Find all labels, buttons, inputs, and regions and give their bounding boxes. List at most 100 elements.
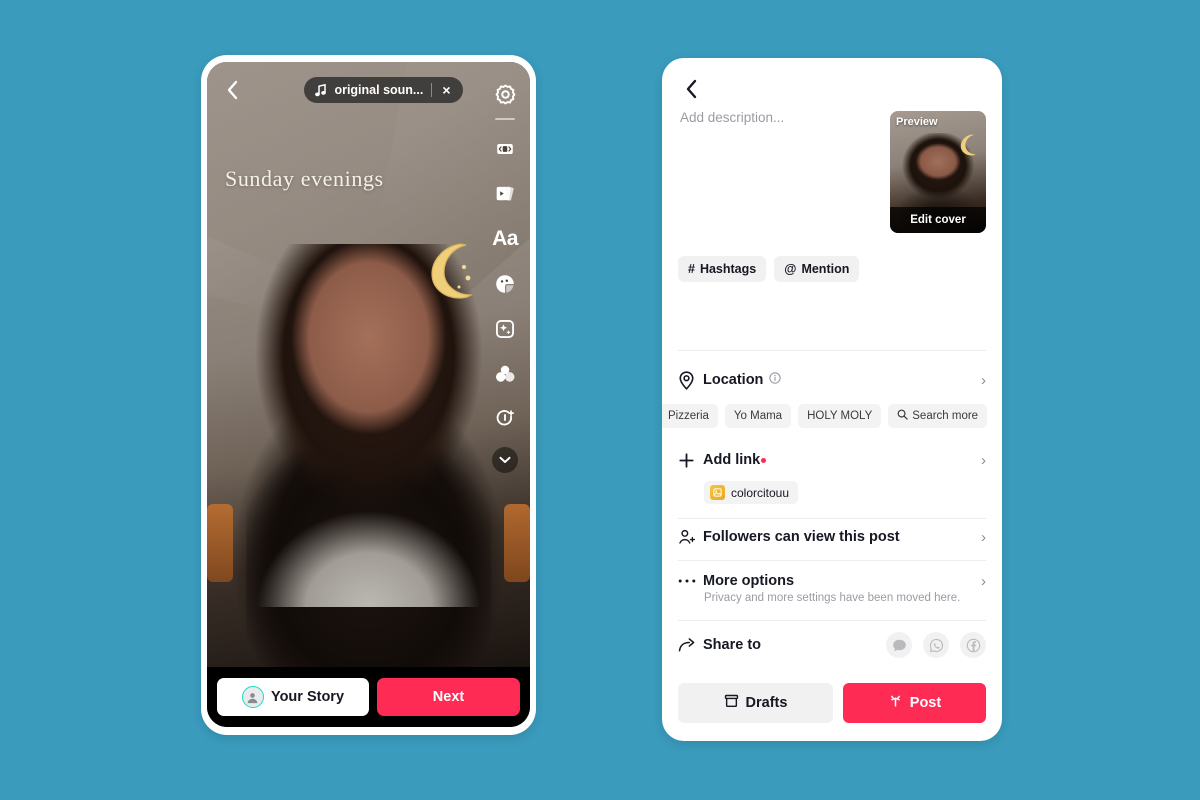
templates-cards-icon [496, 186, 514, 201]
whatsapp-icon [929, 638, 943, 652]
location-pin-icon [678, 370, 700, 390]
editor-topbar: original soun... × [207, 62, 530, 118]
mention-button[interactable]: @ Mention [774, 256, 860, 282]
divider-above-privacy [678, 518, 986, 519]
avatar [241, 686, 264, 708]
location-suggestions: Pizzeria Yo Mama HOLY MOLY Search more [662, 404, 1002, 428]
editor-tool-rail: Aa [484, 72, 526, 473]
messages-share-button[interactable] [886, 632, 912, 658]
location-chip-holy-moly[interactable]: HOLY MOLY [798, 404, 882, 428]
privacy-chevron-icon: › [981, 528, 986, 546]
more-options-label: More options [703, 573, 795, 589]
chevron-left-icon [227, 80, 238, 100]
camera-editor-screen: Sunday evenings original soun... × Aa Yo… [207, 62, 530, 727]
stickers-button[interactable] [484, 261, 526, 306]
ellipsis-icon [678, 578, 700, 584]
more-options-subtitle: Privacy and more settings have been move… [704, 592, 961, 604]
post-sparkle-icon [888, 694, 903, 713]
avatar-icon [248, 692, 258, 703]
voice-effects-button[interactable] [484, 396, 526, 441]
preview-badge: Preview [896, 116, 938, 128]
at-mention-icon: @ [784, 262, 797, 276]
search-more-label: Search more [912, 410, 979, 422]
subject-shirt [252, 473, 485, 607]
left-phone-frame: Sunday evenings original soun... × Aa Yo… [201, 55, 536, 735]
next-label: Next [432, 689, 465, 705]
add-link-row[interactable]: Add link › [678, 448, 986, 472]
music-note-icon [315, 83, 327, 96]
remove-sound-button[interactable]: × [440, 83, 452, 97]
filters-button[interactable] [484, 351, 526, 396]
add-link-label: Add link [703, 452, 761, 468]
post-label: Post [909, 695, 942, 711]
effects-sparkle-icon [496, 319, 514, 338]
location-search-more-button[interactable]: Search more [888, 404, 988, 428]
post-action-bar: Drafts Post [662, 683, 1002, 723]
share-to-row: Share to [678, 632, 986, 658]
share-arrow-icon [678, 637, 700, 653]
hashtag-icon: # [688, 262, 695, 276]
location-row[interactable]: Location › [678, 368, 986, 392]
hashtags-label: Hashtags [699, 262, 757, 276]
drafts-box-icon [724, 694, 739, 712]
post-button[interactable]: Post [843, 683, 986, 723]
search-icon [897, 409, 908, 423]
settings-button[interactable] [484, 72, 526, 117]
linked-account-label: colorcitouu [731, 485, 790, 500]
crescent-moon-sticker [960, 134, 976, 156]
location-chevron-icon: › [981, 371, 986, 389]
location-chip-label: Pizzeria [668, 410, 709, 422]
linked-account-chip[interactable]: colorcitouu [704, 481, 799, 504]
location-chip-yo-mama[interactable]: Yo Mama [724, 404, 792, 428]
messages-icon [892, 639, 906, 651]
collapse-tools-button[interactable] [492, 447, 518, 473]
post-back-button[interactable] [678, 76, 704, 102]
your-story-label: Your Story [270, 689, 345, 705]
couch-left-edge [207, 504, 233, 582]
chevron-left-icon [686, 79, 697, 99]
edit-cover-button[interactable]: Edit cover [890, 207, 986, 233]
privacy-row[interactable]: Followers can view this post › [678, 525, 986, 549]
templates-button[interactable] [484, 171, 526, 216]
sound-label: original soun... [334, 83, 424, 97]
info-circle-icon[interactable] [769, 371, 782, 389]
video-preview-background [207, 62, 530, 667]
quick-insert-chips: # Hashtags @ Mention [678, 256, 860, 282]
settings-gear-icon [495, 84, 515, 105]
divider-above-location [678, 350, 986, 351]
person-check-icon [678, 528, 700, 546]
editor-bottom-bar: Your Story Next [207, 667, 530, 727]
back-button[interactable] [217, 75, 247, 105]
location-label: Location [703, 372, 764, 388]
effects-button[interactable] [484, 306, 526, 351]
hashtags-button[interactable]: # Hashtags [678, 256, 767, 282]
link-thumbnail-icon [710, 485, 725, 500]
stickers-emoji-icon [496, 274, 514, 293]
description-input[interactable]: Add description... [680, 110, 870, 125]
text-tool-button[interactable]: Aa [484, 216, 526, 261]
facebook-share-button[interactable] [960, 632, 986, 658]
privacy-label: Followers can view this post [703, 529, 900, 545]
whatsapp-share-button[interactable] [923, 632, 949, 658]
flip-camera-icon [497, 143, 513, 154]
your-story-button[interactable]: Your Story [217, 678, 369, 716]
couch-right-edge [504, 504, 530, 582]
text-tool-label: Aa [492, 226, 518, 250]
add-link-chevron-icon: › [981, 451, 986, 469]
post-settings-screen: Add description... Preview Edit cover # … [662, 58, 1002, 741]
preview-thumbnail[interactable]: Preview Edit cover [890, 111, 986, 233]
next-button[interactable]: Next [377, 678, 520, 716]
overlay-text[interactable]: Sunday evenings [225, 166, 384, 192]
drafts-label: Drafts [745, 695, 788, 711]
drafts-button[interactable]: Drafts [678, 683, 833, 723]
location-chip-label: HOLY MOLY [807, 410, 873, 422]
flip-camera-button[interactable] [484, 126, 526, 171]
sound-pill[interactable]: original soun... × [304, 77, 463, 103]
facebook-icon [966, 638, 980, 652]
divider-above-share [678, 620, 986, 621]
crescent-moon-sticker[interactable] [420, 240, 476, 302]
more-options-row[interactable]: More options › [678, 569, 986, 593]
location-chip-pizzeria[interactable]: Pizzeria [662, 404, 718, 428]
location-chip-label: Yo Mama [733, 410, 783, 422]
tool-rail-divider [495, 118, 515, 120]
